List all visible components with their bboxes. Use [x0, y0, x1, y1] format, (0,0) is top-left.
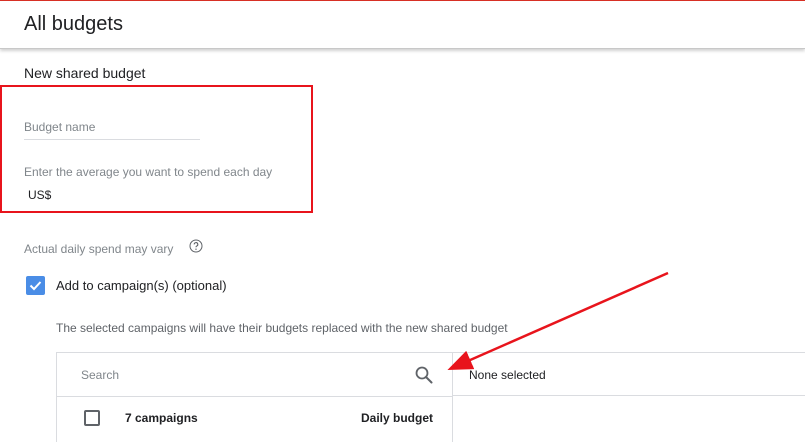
check-icon	[29, 281, 42, 291]
daily-budget-column-header[interactable]: Daily budget	[361, 411, 433, 425]
currency-label: US$	[28, 188, 52, 202]
average-spend-label: Enter the average you want to spend each…	[24, 165, 273, 179]
budget-page: All budgets New shared budget Enter the …	[0, 0, 805, 442]
add-to-campaigns-checkbox[interactable]	[26, 276, 45, 295]
help-circle-icon[interactable]	[189, 239, 203, 253]
daily-amount-input[interactable]	[56, 186, 280, 206]
section-title: New shared budget	[24, 65, 146, 81]
none-selected-text: None selected	[469, 368, 546, 382]
selected-campaigns-panel: None selected	[453, 352, 805, 396]
campaign-search-panel: 7 campaigns Daily budget	[56, 352, 453, 442]
divider	[57, 396, 452, 397]
campaigns-column-header[interactable]: 7 campaigns	[125, 411, 198, 425]
select-all-campaigns-checkbox[interactable]	[84, 410, 100, 426]
page-title: All budgets	[24, 13, 123, 35]
spend-note: Actual daily spend may vary	[24, 242, 174, 256]
add-to-campaigns-label[interactable]: Add to campaign(s) (optional)	[56, 278, 227, 293]
campaign-search-input[interactable]	[81, 366, 381, 384]
budget-name-input[interactable]	[24, 115, 200, 140]
replace-budgets-note: The selected campaigns will have their b…	[56, 321, 508, 335]
page-header: All budgets	[0, 1, 805, 49]
search-icon[interactable]	[414, 365, 434, 385]
